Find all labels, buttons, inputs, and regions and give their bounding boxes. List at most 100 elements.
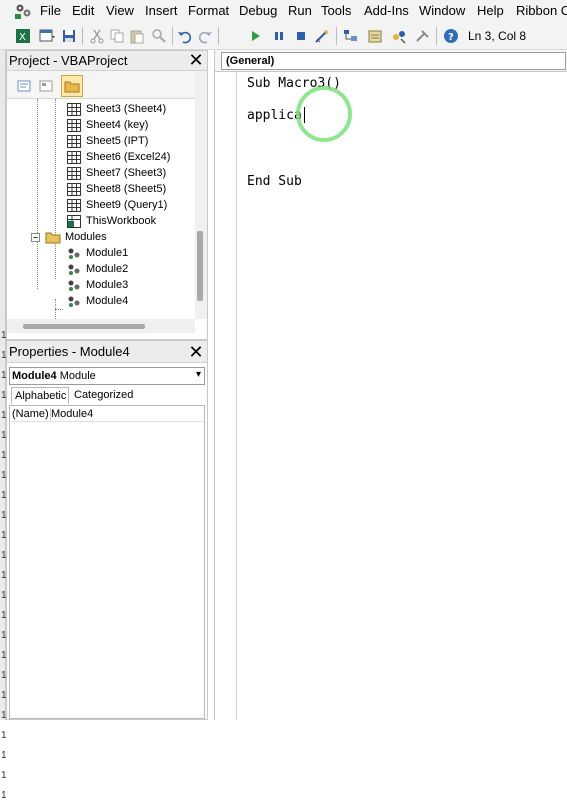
tree-guide: [37, 99, 38, 289]
worksheet-icon: [67, 119, 81, 132]
project-explorer-icon[interactable]: [342, 27, 360, 45]
svg-text:?: ?: [448, 32, 454, 43]
module-icon: [68, 280, 80, 291]
view-object-icon[interactable]: [35, 75, 57, 97]
properties-panel-titlebar[interactable]: Properties - Module4 ✕: [7, 341, 207, 363]
properties-window-icon[interactable]: [366, 27, 384, 45]
code-margin[interactable]: [215, 72, 237, 720]
tab-categorized[interactable]: Categorized: [71, 387, 137, 404]
cursor-position-readout: Ln 3, Col 8: [468, 29, 527, 43]
run-icon[interactable]: [246, 27, 264, 45]
redo-icon[interactable]: [196, 27, 214, 45]
chevron-down-icon: ▾: [195, 369, 201, 380]
project-panel-title: Project - VBAProject: [9, 53, 128, 68]
break-icon[interactable]: [270, 27, 288, 45]
menu-file[interactable]: File: [40, 3, 61, 18]
undo-icon[interactable]: [176, 27, 194, 45]
tree-item-label: Sheet9 (Query1): [86, 199, 168, 211]
view-excel-icon[interactable]: X: [14, 27, 32, 45]
tree-item-label: Module2: [86, 263, 129, 275]
object-name: Module4: [12, 370, 57, 382]
menu-run[interactable]: Run: [288, 3, 312, 18]
project-tree: Sheet3 (Sheet4) Sheet4 (key) Sheet5 (IPT…: [7, 99, 195, 319]
object-selector-value: Module4 Module: [12, 370, 96, 382]
code-window: (General) Sub Macro3() applica End Sub: [214, 50, 567, 720]
mouse-cursor-highlight: [296, 86, 352, 142]
toolbar-separator: [172, 27, 173, 45]
menu-debug[interactable]: Debug: [239, 3, 277, 18]
tree-item-label: Module4: [86, 295, 129, 307]
tree-item-label: ThisWorkbook: [86, 215, 157, 227]
toggle-folders-icon[interactable]: [61, 75, 83, 97]
menu-ribbon[interactable]: Ribbon C: [516, 3, 567, 18]
object-dropdown[interactable]: (General): [221, 52, 566, 70]
project-explorer-panel: Project - VBAProject ✕ Sheet3 (Sheet4) S…: [6, 50, 208, 340]
menu-insert[interactable]: Insert: [145, 3, 178, 18]
toolbar-separator: [436, 27, 437, 45]
object-type: Module: [59, 370, 96, 382]
toolbar-separator: [218, 27, 219, 45]
find-icon[interactable]: [150, 27, 168, 45]
save-icon[interactable]: [60, 27, 78, 45]
tree-item-label: Module3: [86, 279, 129, 291]
menu-help[interactable]: Help: [477, 3, 504, 18]
object-dropdown-value: (General): [226, 55, 275, 67]
sheet-row-mark: 1: [1, 750, 7, 761]
menu-bar: File Edit View Insert Format Debug Run T…: [0, 0, 567, 22]
paste-icon[interactable]: [128, 27, 146, 45]
copy-icon[interactable]: [108, 27, 126, 45]
menu-view[interactable]: View: [106, 3, 134, 18]
property-value[interactable]: Module4: [51, 408, 93, 420]
reset-icon[interactable]: [292, 27, 310, 45]
tree-item-label: Sheet7 (Sheet3): [86, 167, 167, 179]
sheet-row-mark: 1: [1, 790, 7, 801]
project-horizontal-scrollbar[interactable]: [7, 319, 195, 333]
menu-window[interactable]: Window: [419, 3, 465, 18]
menu-add-ins[interactable]: Add-Ins: [364, 3, 409, 18]
svg-text:X: X: [19, 32, 26, 43]
help-icon[interactable]: ?: [442, 27, 460, 45]
toolbox-icon[interactable]: [414, 27, 432, 45]
tree-item-label: Sheet6 (Excel24): [86, 151, 171, 163]
scrollbar-thumb[interactable]: [197, 231, 203, 301]
folder-icon: [45, 232, 61, 244]
toolbar-separator: [336, 27, 337, 45]
code-line[interactable]: applica: [247, 108, 302, 123]
object-browser-icon[interactable]: [390, 27, 408, 45]
property-key: (Name): [12, 408, 51, 421]
sheet-row-mark: 1: [1, 730, 7, 741]
properties-panel: Properties - Module4 ✕ Module4 Module ▾ …: [6, 340, 208, 720]
tree-item-label: Sheet5 (IPT): [86, 135, 149, 147]
menu-edit[interactable]: Edit: [72, 3, 94, 18]
module-icon: [68, 248, 80, 259]
project-panel-titlebar[interactable]: Project - VBAProject ✕: [7, 51, 207, 71]
close-icon[interactable]: ✕: [187, 51, 205, 69]
code-editor[interactable]: Sub Macro3() applica End Sub: [247, 76, 563, 716]
close-icon[interactable]: ✕: [187, 343, 205, 361]
toolbar-separator: [82, 27, 83, 45]
tab-alphabetic[interactable]: Alphabetic: [11, 387, 69, 404]
scrollbar-thumb[interactable]: [23, 324, 145, 329]
design-mode-icon[interactable]: [314, 27, 332, 45]
worksheet-icon: [67, 135, 81, 148]
tree-item-label: Sheet8 (Sheet5): [86, 183, 167, 195]
project-vertical-scrollbar[interactable]: [195, 71, 207, 319]
worksheet-icon: [67, 199, 81, 212]
view-code-icon[interactable]: [13, 75, 35, 97]
cut-icon[interactable]: [88, 27, 106, 45]
menu-format[interactable]: Format: [188, 3, 229, 18]
vba-app-icon[interactable]: [14, 2, 34, 20]
menu-tools[interactable]: Tools: [321, 3, 351, 18]
tree-guide: [55, 309, 63, 310]
properties-tabs: Alphabetic Categorized: [9, 387, 205, 405]
tree-item-label: Sheet4 (key): [86, 119, 149, 131]
code-line[interactable]: End Sub: [247, 174, 302, 189]
property-row[interactable]: (Name) Module4: [11, 407, 203, 422]
object-selector-dropdown[interactable]: Module4 Module ▾: [9, 367, 205, 385]
insert-userform-icon[interactable]: [38, 27, 56, 45]
collapse-icon[interactable]: [31, 231, 41, 244]
properties-grid: (Name) Module4: [9, 405, 205, 719]
tree-item-label: Module1: [86, 247, 129, 259]
standard-toolbar: X ? Ln 3, Col 8: [0, 22, 567, 50]
tree-item-label: Modules: [65, 231, 107, 243]
